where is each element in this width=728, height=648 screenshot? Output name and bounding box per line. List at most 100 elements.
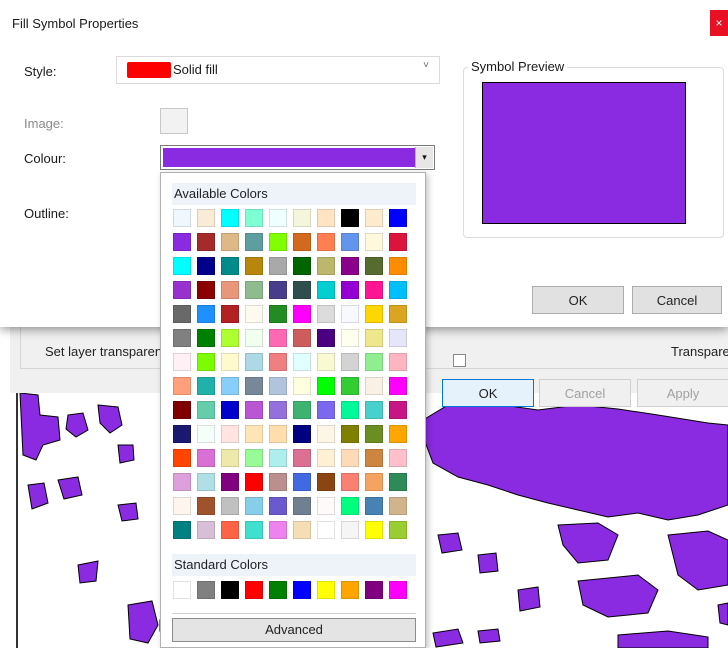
color-swatch[interactable] bbox=[341, 353, 359, 371]
color-swatch[interactable] bbox=[221, 257, 239, 275]
color-swatch[interactable] bbox=[341, 329, 359, 347]
color-swatch[interactable] bbox=[341, 497, 359, 515]
color-swatch[interactable] bbox=[197, 425, 215, 443]
color-swatch[interactable] bbox=[197, 449, 215, 467]
bg-ok-button[interactable]: OK bbox=[442, 379, 534, 407]
color-swatch[interactable] bbox=[389, 233, 407, 251]
color-swatch[interactable] bbox=[317, 473, 335, 491]
transparency-checkbox[interactable] bbox=[453, 354, 466, 367]
color-swatch[interactable] bbox=[365, 473, 383, 491]
color-swatch[interactable] bbox=[197, 377, 215, 395]
color-swatch[interactable] bbox=[245, 425, 263, 443]
color-swatch[interactable] bbox=[365, 497, 383, 515]
color-swatch[interactable] bbox=[365, 377, 383, 395]
color-swatch[interactable] bbox=[173, 425, 191, 443]
color-swatch[interactable] bbox=[221, 401, 239, 419]
bg-apply-button[interactable]: Apply bbox=[637, 379, 728, 407]
color-swatch[interactable] bbox=[173, 305, 191, 323]
color-swatch[interactable] bbox=[293, 449, 311, 467]
color-swatch[interactable] bbox=[389, 329, 407, 347]
color-swatch[interactable] bbox=[269, 233, 287, 251]
color-swatch[interactable] bbox=[293, 425, 311, 443]
color-swatch[interactable] bbox=[221, 353, 239, 371]
color-swatch[interactable] bbox=[317, 257, 335, 275]
color-swatch[interactable] bbox=[269, 449, 287, 467]
color-swatch[interactable] bbox=[197, 329, 215, 347]
color-swatch[interactable] bbox=[173, 209, 191, 227]
color-swatch[interactable] bbox=[245, 353, 263, 371]
color-swatch[interactable] bbox=[317, 353, 335, 371]
color-swatch[interactable] bbox=[317, 305, 335, 323]
color-swatch[interactable] bbox=[221, 377, 239, 395]
color-swatch[interactable] bbox=[197, 257, 215, 275]
color-swatch[interactable] bbox=[269, 473, 287, 491]
color-swatch[interactable] bbox=[197, 209, 215, 227]
color-swatch[interactable] bbox=[221, 305, 239, 323]
color-swatch[interactable] bbox=[293, 353, 311, 371]
color-swatch[interactable] bbox=[365, 353, 383, 371]
color-swatch[interactable] bbox=[317, 425, 335, 443]
color-swatch[interactable] bbox=[197, 353, 215, 371]
color-swatch[interactable] bbox=[317, 209, 335, 227]
color-swatch[interactable] bbox=[197, 497, 215, 515]
color-swatch[interactable] bbox=[293, 281, 311, 299]
color-swatch[interactable] bbox=[365, 281, 383, 299]
color-swatch[interactable] bbox=[269, 521, 287, 539]
color-swatch[interactable] bbox=[221, 209, 239, 227]
standard-color-swatch[interactable] bbox=[341, 581, 359, 599]
standard-color-swatch[interactable] bbox=[293, 581, 311, 599]
color-swatch[interactable] bbox=[293, 233, 311, 251]
color-swatch[interactable] bbox=[197, 473, 215, 491]
color-swatch[interactable] bbox=[293, 521, 311, 539]
color-swatch[interactable] bbox=[221, 329, 239, 347]
color-swatch[interactable] bbox=[341, 473, 359, 491]
color-swatch[interactable] bbox=[341, 209, 359, 227]
color-swatch[interactable] bbox=[317, 233, 335, 251]
color-swatch[interactable] bbox=[173, 521, 191, 539]
color-swatch[interactable] bbox=[365, 329, 383, 347]
color-swatch[interactable] bbox=[389, 497, 407, 515]
color-swatch[interactable] bbox=[389, 305, 407, 323]
color-swatch[interactable] bbox=[173, 497, 191, 515]
color-swatch[interactable] bbox=[173, 281, 191, 299]
color-swatch[interactable] bbox=[293, 473, 311, 491]
color-swatch[interactable] bbox=[197, 233, 215, 251]
color-swatch[interactable] bbox=[173, 257, 191, 275]
color-swatch[interactable] bbox=[389, 353, 407, 371]
color-swatch[interactable] bbox=[197, 521, 215, 539]
color-swatch[interactable] bbox=[317, 521, 335, 539]
color-swatch[interactable] bbox=[365, 449, 383, 467]
color-swatch[interactable] bbox=[269, 425, 287, 443]
color-swatch[interactable] bbox=[245, 209, 263, 227]
color-swatch[interactable] bbox=[269, 353, 287, 371]
color-swatch[interactable] bbox=[293, 401, 311, 419]
color-swatch[interactable] bbox=[389, 449, 407, 467]
color-swatch[interactable] bbox=[293, 329, 311, 347]
color-swatch[interactable] bbox=[221, 425, 239, 443]
color-swatch[interactable] bbox=[341, 377, 359, 395]
color-swatch[interactable] bbox=[389, 281, 407, 299]
color-swatch[interactable] bbox=[341, 281, 359, 299]
color-swatch[interactable] bbox=[221, 233, 239, 251]
color-swatch[interactable] bbox=[221, 281, 239, 299]
color-swatch[interactable] bbox=[173, 449, 191, 467]
color-swatch[interactable] bbox=[365, 257, 383, 275]
color-swatch[interactable] bbox=[269, 497, 287, 515]
ok-button[interactable]: OK bbox=[532, 286, 624, 314]
standard-color-swatch[interactable] bbox=[365, 581, 383, 599]
color-swatch[interactable] bbox=[317, 449, 335, 467]
color-swatch[interactable] bbox=[317, 377, 335, 395]
color-swatch[interactable] bbox=[269, 377, 287, 395]
color-swatch[interactable] bbox=[365, 305, 383, 323]
color-swatch[interactable] bbox=[221, 449, 239, 467]
color-swatch[interactable] bbox=[245, 305, 263, 323]
color-swatch[interactable] bbox=[341, 305, 359, 323]
color-swatch[interactable] bbox=[245, 401, 263, 419]
color-swatch[interactable] bbox=[293, 305, 311, 323]
color-swatch[interactable] bbox=[245, 233, 263, 251]
dropdown-arrow-icon[interactable]: ▾ bbox=[415, 147, 433, 168]
color-swatch[interactable] bbox=[317, 281, 335, 299]
standard-color-swatch[interactable] bbox=[221, 581, 239, 599]
color-swatch[interactable] bbox=[197, 305, 215, 323]
standard-color-swatch[interactable] bbox=[389, 581, 407, 599]
